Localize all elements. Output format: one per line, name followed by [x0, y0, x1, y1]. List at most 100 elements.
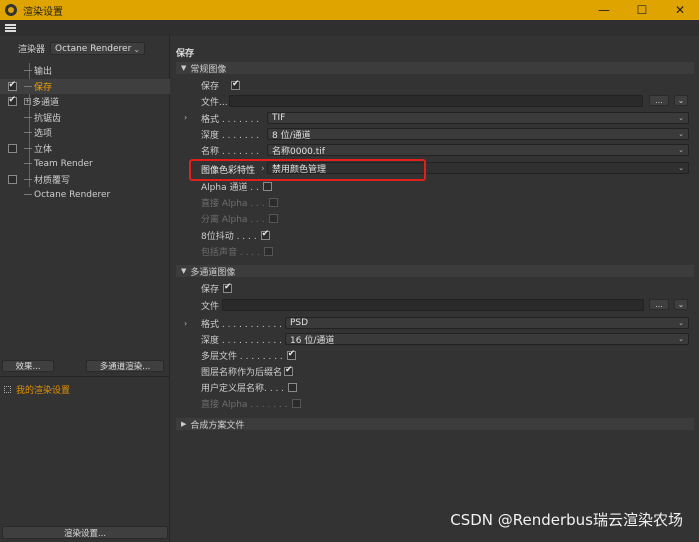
expand-plus-icon[interactable]: +: [24, 98, 31, 106]
chevron-down-icon: ⌄: [678, 130, 684, 138]
multipass-file-options-button[interactable]: ⌄: [674, 299, 688, 310]
tree-connector: [24, 178, 32, 180]
layer-name-suffix-checkbox[interactable]: [284, 365, 294, 376]
chevron-down-icon: ⌄: [678, 114, 684, 122]
format-label: 格式 . . . . . . .: [201, 114, 260, 125]
file-options-button[interactable]: ⌄: [674, 95, 688, 106]
render-settings-button[interactable]: 渲染设置...: [2, 526, 168, 539]
multipass-format-value: PSD: [290, 318, 309, 328]
separate-alpha-label: 分离 Alpha . . .: [201, 214, 265, 225]
name-dropdown[interactable]: 名称0000.tif ⌄: [267, 144, 689, 157]
multipass-format-label: 格式 . . . . . . . . . . .: [201, 319, 282, 330]
maximize-button[interactable]: ☐: [623, 0, 661, 20]
section-title: 保存: [176, 49, 195, 59]
checkbox-slot: [0, 172, 24, 188]
tree-item[interactable]: 保存: [0, 78, 170, 95]
minimize-button[interactable]: —: [585, 0, 623, 20]
compositing-title: 合成方案文件: [190, 420, 245, 431]
depth-dropdown[interactable]: 8 位/通道 ⌄: [267, 128, 689, 141]
multipass-depth-dropdown[interactable]: 16 位/通道 ⌄: [285, 333, 689, 346]
tree-item-label: Team Render: [34, 158, 93, 169]
tree-item-checkbox[interactable]: [7, 80, 17, 91]
save-label: 保存: [201, 81, 220, 92]
user-layer-names-checkbox[interactable]: [288, 382, 298, 392]
checkbox-slot: [0, 141, 24, 157]
tree-item[interactable]: 选项: [0, 125, 170, 141]
chevron-down-icon: ⌄: [133, 45, 141, 54]
chevron-down-icon: ⌄: [678, 164, 684, 172]
tree-connector: [24, 116, 32, 118]
save-checkbox[interactable]: [231, 79, 241, 90]
checkbox-slot: [0, 79, 24, 95]
chevron-down-icon: ⌄: [678, 146, 684, 154]
file-label: 文件...: [201, 97, 228, 108]
multipass-browse-button[interactable]: ...: [649, 299, 669, 310]
tree-item[interactable]: Team Render: [0, 156, 170, 172]
multipass-save-checkbox[interactable]: [223, 282, 233, 293]
include-sound-label: 包括声音 . . . .: [201, 247, 260, 258]
tree-item[interactable]: 立体: [0, 141, 170, 157]
alpha-channel-checkbox[interactable]: [262, 181, 272, 191]
compositing-group-header[interactable]: ▶ 合成方案文件: [176, 418, 694, 431]
renderer-label: 渲染器: [18, 45, 46, 55]
tree-item[interactable]: 输出: [0, 63, 170, 79]
multipass-render-button[interactable]: 多通道渲染...: [86, 360, 164, 372]
multipass-image-group-header[interactable]: ▼ 多通道图像: [176, 265, 694, 278]
tree-item-label: 多通道: [32, 98, 60, 109]
multipass-file-path-field[interactable]: [222, 299, 644, 311]
tree-item[interactable]: 抗锯齿: [0, 110, 170, 126]
checkbox-slot: [0, 63, 24, 79]
tree-item[interactable]: Octane Renderer: [0, 187, 170, 203]
checkbox-slot: [0, 125, 24, 141]
tree-item-checkbox[interactable]: [7, 143, 17, 153]
multipass-straight-alpha-checkbox: [291, 398, 301, 408]
left-panel: 渲染器 Octane Renderer ⌄ 输出保存+多通道抗锯齿选项立体 Tea…: [0, 36, 170, 542]
close-button[interactable]: ✕: [661, 0, 699, 20]
tree-connector: [24, 132, 32, 134]
checkbox-slot: [0, 187, 24, 203]
depth-label: 深度 . . . . . . .: [201, 130, 260, 141]
name-value: 名称0000.tif: [272, 146, 325, 157]
checkbox-slot: [0, 94, 24, 110]
highlight-annotation: [189, 159, 426, 181]
hamburger-menu-icon[interactable]: [5, 24, 16, 32]
render-setting-icon: [4, 386, 11, 393]
tree-item-label: 输出: [34, 67, 53, 78]
tree-item-label: 立体: [34, 144, 53, 155]
separate-alpha-checkbox: [268, 213, 278, 223]
tree-item[interactable]: +多通道: [0, 94, 170, 110]
tree-item-label: Octane Renderer: [34, 189, 111, 200]
layered-file-checkbox[interactable]: [286, 349, 296, 360]
layered-file-label: 多层文件 . . . . . . . .: [201, 351, 283, 362]
effects-button[interactable]: 效果...: [2, 360, 54, 372]
multipass-format-dropdown[interactable]: PSD ⌄: [285, 317, 689, 329]
checkbox-slot: [0, 110, 24, 126]
multipass-save-label: 保存: [201, 284, 220, 295]
format-dropdown[interactable]: TIF ⌄: [267, 112, 689, 124]
dither-checkbox[interactable]: [260, 229, 270, 240]
triangle-right-icon: ▶: [181, 420, 187, 428]
file-path-field[interactable]: [229, 95, 643, 107]
alpha-channel-label: Alpha 通道 . .: [201, 182, 259, 193]
regular-image-title: 常规图像: [190, 64, 227, 75]
tree-item-checkbox[interactable]: [7, 174, 17, 184]
tree-item-checkbox[interactable]: [7, 95, 17, 107]
tree-item-label: 抗锯齿: [34, 113, 62, 124]
expand-arrow-icon[interactable]: ›: [184, 319, 187, 328]
tree-item[interactable]: 材质覆写: [0, 172, 170, 188]
tree-item-label: 保存: [34, 82, 53, 93]
regular-image-group-header[interactable]: ▼ 常规图像: [176, 62, 694, 75]
renderer-select[interactable]: Octane Renderer ⌄: [50, 42, 146, 55]
multipass-file-label: 文件: [201, 301, 220, 312]
browse-button[interactable]: ...: [649, 95, 669, 106]
user-layer-names-label: 用户定义层名称. . . .: [201, 383, 285, 394]
tree-connector: [24, 147, 32, 149]
expand-arrow-icon[interactable]: ›: [184, 113, 187, 122]
multipass-image-title: 多通道图像: [190, 267, 236, 278]
right-panel: 保存 ▼ 常规图像 保存 文件... ... ⌄ › 格式 . . . . . …: [171, 36, 699, 542]
menu-bar: [0, 20, 699, 36]
settings-tree: 输出保存+多通道抗锯齿选项立体 Team Render 材质覆写 Octane Ren…: [0, 63, 170, 203]
my-render-setting-item[interactable]: 我的渲染设置: [4, 383, 70, 396]
renderer-row: 渲染器 Octane Renderer ⌄: [18, 42, 146, 55]
my-render-setting-label: 我的渲染设置: [16, 386, 71, 396]
